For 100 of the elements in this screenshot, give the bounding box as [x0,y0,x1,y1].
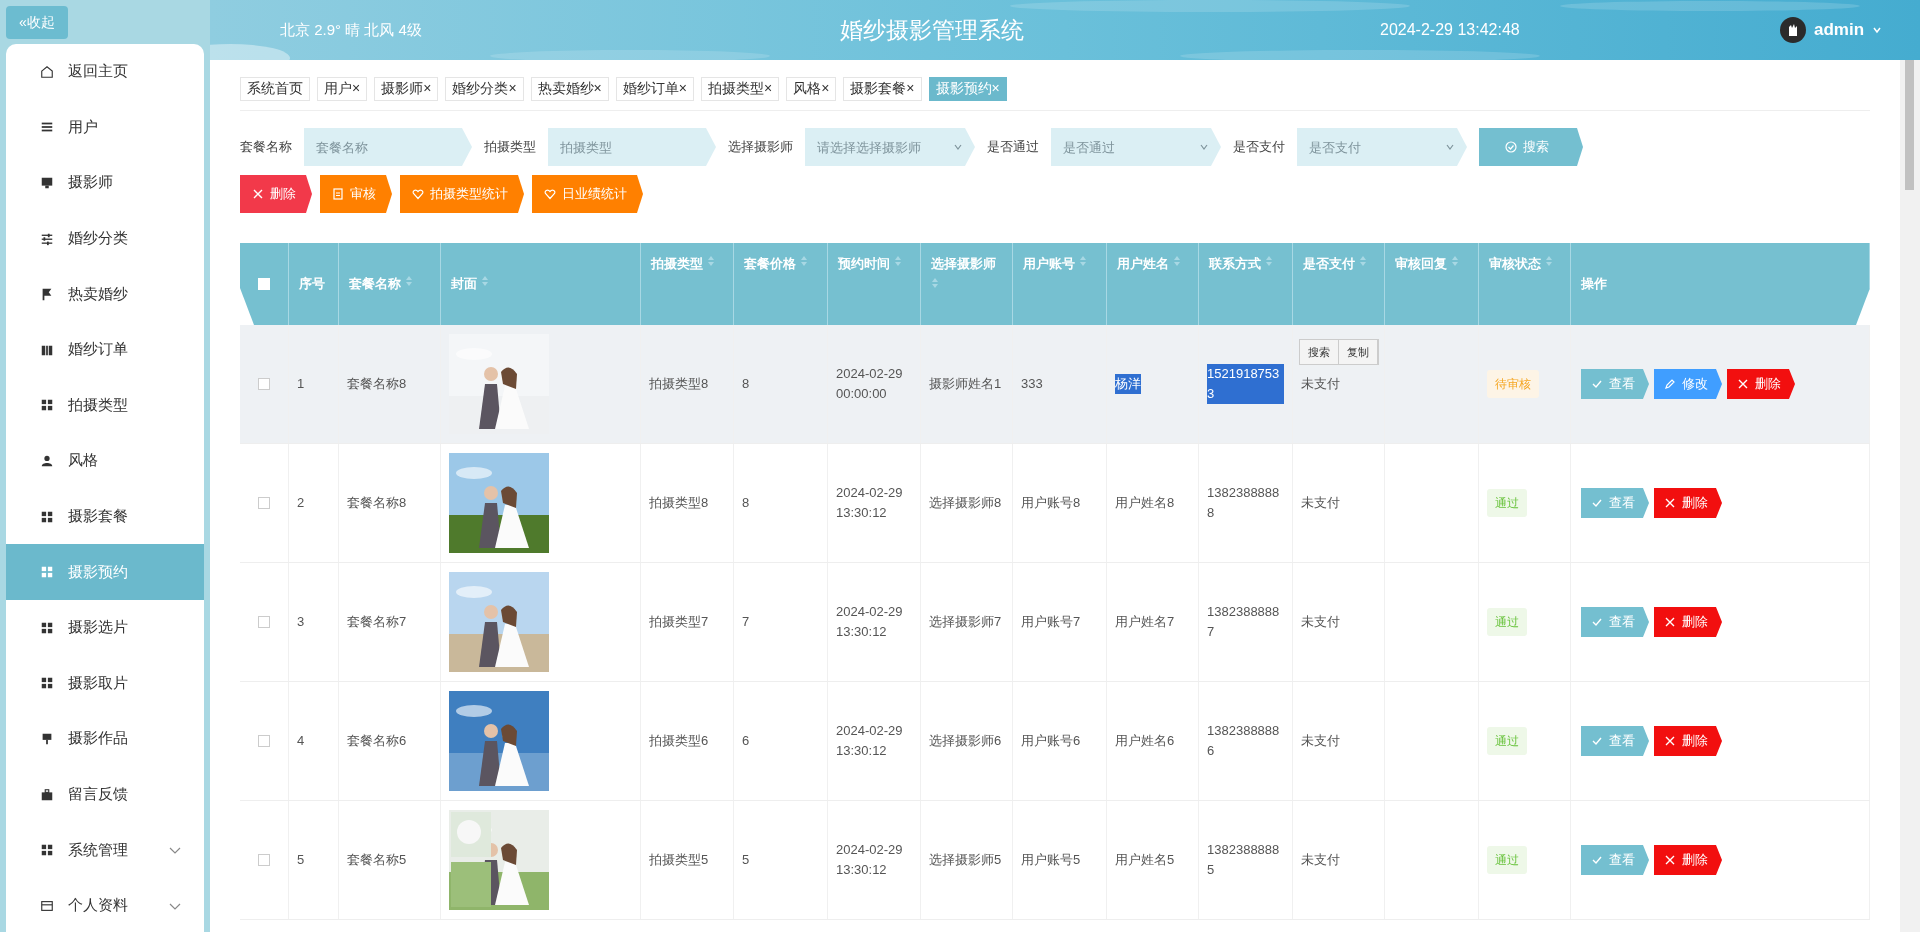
sidebar-item[interactable]: 热卖婚纱 [6,266,204,322]
sidebar-item[interactable]: 留言反馈 [6,766,204,823]
home-icon [40,64,54,79]
select-field[interactable]: 是否通过 [1063,128,1199,166]
sort-icon[interactable] [405,275,413,287]
table-cell-text: 7 [742,613,750,631]
sidebar-item[interactable]: 拍摄类型 [6,377,204,434]
caret-icon[interactable] [1872,25,1883,35]
select-field[interactable]: 是否支付 [1309,128,1445,166]
close-icon [1664,616,1676,628]
sort-icon[interactable] [1173,255,1181,267]
sort-icon[interactable] [1359,255,1367,267]
tab[interactable]: 风格× [786,77,837,101]
table-cell-text: 选择摄影师5 [929,851,1002,869]
delete-button[interactable]: 删除 [1654,845,1722,875]
table-cell-text: 5 [742,851,750,869]
sort-icon[interactable] [894,255,902,267]
sidebar-item[interactable]: 个人资料 [6,877,204,932]
table-cell-text: 选择摄影师6 [929,732,1002,750]
select-field[interactable]: 是否通过 [1051,128,1221,166]
table-cell-text: 用户姓名5 [1115,851,1175,869]
tab[interactable]: 婚纱订单× [615,77,694,101]
caret-icon[interactable] [1199,142,1209,152]
date-time: 2024-2-29 13:42:48 [1380,21,1521,39]
menu-item[interactable]: 搜索 [1300,340,1339,364]
caret-icon[interactable] [953,142,963,152]
briefcase-icon [40,787,54,802]
filter-label: 拍摄类型 [484,138,536,156]
tab[interactable]: 婚纱分类× [445,77,524,101]
sidebar-item[interactable]: 用户 [6,99,204,156]
close-icon [1664,854,1676,866]
table-cell-text: 选择摄影师7 [929,613,1002,631]
sidebar-item[interactable]: 风格 [6,433,204,489]
filter-label: 选择摄影师 [728,138,793,156]
sidebar-item[interactable]: 系统管理 [6,822,204,878]
table-cell-text: 套餐名称7 [347,613,407,631]
table-cell-text: 套餐名称5 [347,851,407,869]
sidebar-item[interactable]: 返回主页 [6,44,204,100]
select-field[interactable]: 请选择选择摄影师 [817,128,953,166]
tab[interactable]: 摄影套餐× [843,77,922,101]
delete-button[interactable]: 删除 [240,175,312,213]
table-cell-text: 用户姓名6 [1115,732,1175,750]
sidebar-item[interactable]: 婚纱分类 [6,210,204,267]
checkbox[interactable] [258,616,270,628]
table-cell-text: 13823888888 [1207,484,1281,522]
sort-icon[interactable] [707,255,715,267]
sort-icon[interactable] [931,277,939,289]
delete-button[interactable]: 删除 [1654,488,1722,518]
tab[interactable]: 热卖婚纱× [530,77,609,101]
sort-icon[interactable] [800,255,808,267]
close-icon [252,188,264,200]
document-icon [332,188,344,200]
checkbox[interactable] [258,735,270,747]
caret-icon[interactable] [1445,142,1455,152]
sidebar-item[interactable]: 婚纱订单 [6,321,204,378]
delete-button[interactable]: 删除 [1654,726,1722,756]
sort-icon[interactable] [1265,255,1273,267]
column-header: 选择摄影师 [931,255,996,273]
select-field[interactable]: 是否支付 [1297,128,1467,166]
checkbox[interactable] [258,497,270,509]
table-cell-text: 用户账号5 [1021,851,1081,869]
grid-icon [40,843,54,858]
menu-item[interactable]: 复制 [1339,340,1378,364]
sidebar-item[interactable]: 摄影取片 [6,655,204,712]
tab[interactable]: 系统首页 [240,77,310,101]
column-header: 审核回复 [1395,255,1447,273]
column-header: 是否支付 [1303,255,1355,273]
table-cell-text: 选择摄影师8 [929,494,1002,512]
sort-icon[interactable] [1451,255,1459,267]
avatar-icon[interactable] [1780,17,1806,43]
sidebar-item[interactable]: 摄影师 [6,155,204,211]
table-cell: 杨洋 [1115,374,1141,394]
status-tag: 通过 [1487,608,1527,636]
tab[interactable]: 拍摄类型× [700,77,780,101]
table-cell-text: 3 [297,613,305,631]
table-cell-text: 13823888886 [1207,722,1281,760]
table-cell-text: 用户账号8 [1021,494,1081,512]
checkbox[interactable] [258,378,270,390]
delete-button[interactable]: 删除 [1727,369,1795,399]
status-tag: 通过 [1487,727,1527,755]
sidebar-item[interactable]: 摄影选片 [6,599,204,656]
check-icon [1591,735,1603,747]
tab[interactable]: 摄影师× [374,77,439,101]
tab[interactable]: 用户× [317,77,368,101]
status-tag: 通过 [1487,489,1527,517]
column-header: 封面 [451,275,477,293]
close-icon [1664,735,1676,747]
column-header: 审核状态 [1489,255,1541,273]
table-cell-text: 2024-02-29 13:30:12 [836,841,904,879]
checkbox[interactable] [258,854,270,866]
scrollbar[interactable] [1900,60,1920,932]
sort-icon[interactable] [1079,255,1087,267]
select-field[interactable]: 请选择选择摄影师 [805,128,975,166]
sidebar-item[interactable]: 摄影套餐 [6,488,204,545]
sidebar-item[interactable]: 摄影作品 [6,711,204,767]
table-cell: 15219187533 [1207,364,1284,404]
sort-icon[interactable] [481,275,489,287]
delete-button[interactable]: 删除 [1654,607,1722,637]
sort-icon[interactable] [1545,255,1553,267]
table-cell-text: 未支付 [1301,851,1340,869]
